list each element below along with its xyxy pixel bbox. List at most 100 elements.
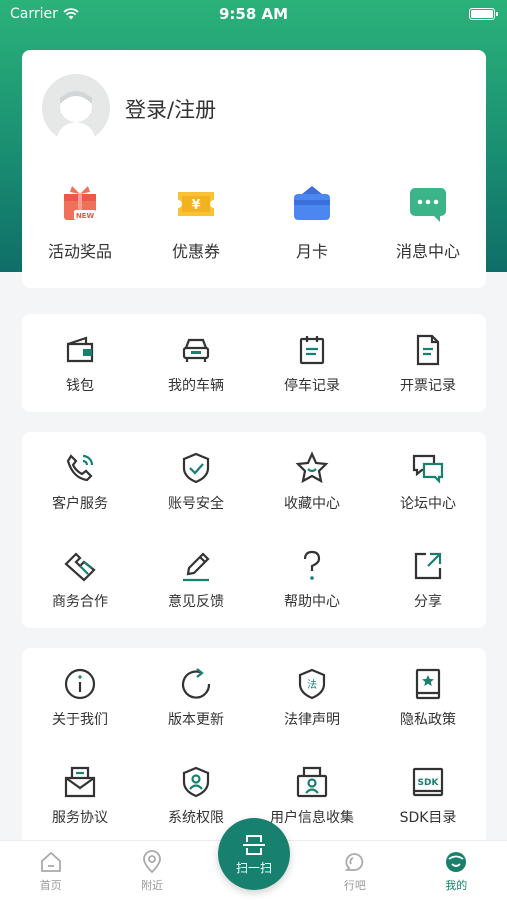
home-icon — [38, 849, 64, 875]
tab-xingba[interactable]: 行吧 — [304, 841, 405, 900]
default-avatar-icon — [42, 74, 110, 142]
law-shield-icon: 法 — [294, 666, 330, 702]
star-icon — [294, 450, 330, 486]
invoice-icon — [410, 332, 446, 368]
profile-card: 登录/注册 NEW 活动奖品 ¥ 优惠券 月卡 消息中心 — [22, 50, 486, 288]
quick-item-messages[interactable]: 消息中心 — [370, 182, 486, 262]
tab-label: 附近 — [141, 879, 164, 892]
new-badge: NEW — [76, 212, 95, 220]
grid-item-service-agreement[interactable]: 服务协议 — [22, 764, 138, 827]
agreement-icon — [62, 764, 98, 800]
message-icon — [406, 182, 450, 226]
handshake-icon — [62, 548, 98, 584]
refresh-icon — [178, 666, 214, 702]
grid-item-wallet[interactable]: 钱包 — [22, 332, 138, 395]
shield-check-icon — [178, 450, 214, 486]
tab-label: 首页 — [39, 879, 62, 892]
grid-item-label: 客户服务 — [52, 495, 108, 512]
grid-item-privacy-policy[interactable]: 隐私政策 — [370, 666, 486, 729]
grid-item-label: 分享 — [414, 593, 442, 610]
grid-item-version-update[interactable]: 版本更新 — [138, 666, 254, 729]
grid-item-label: 论坛中心 — [400, 495, 456, 512]
quick-item-prizes[interactable]: NEW 活动奖品 — [22, 182, 138, 262]
grid-item-label: 服务协议 — [52, 809, 108, 826]
grid-item-label: 收藏中心 — [284, 495, 340, 512]
scan-label: 扫一扫 — [235, 860, 272, 875]
profile-face-icon — [443, 849, 469, 875]
grid-item-label: 账号安全 — [168, 495, 224, 512]
status-time: 9:58 AM — [218, 5, 289, 23]
permission-icon — [178, 764, 214, 800]
wallet-icon — [62, 332, 98, 368]
grid-item-sdk-directory[interactable]: SDK SDK目录 — [370, 764, 486, 827]
avatar[interactable] — [42, 74, 110, 142]
quick-item-label: 消息中心 — [395, 242, 460, 261]
grid-item-my-vehicles[interactable]: 我的车辆 — [138, 332, 254, 395]
yen-symbol: ¥ — [191, 198, 200, 213]
quick-item-label: 活动奖品 — [47, 242, 112, 261]
tab-label: 行吧 — [343, 879, 366, 892]
grid-item-user-info-collection[interactable]: 用户信息收集 — [254, 764, 370, 827]
pen-icon — [178, 548, 214, 584]
grid-item-feedback[interactable]: 意见反馈 — [138, 548, 254, 611]
grid-item-label: 我的车辆 — [168, 377, 224, 394]
quick-item-label: 月卡 — [295, 242, 328, 261]
grid-item-label: 法律声明 — [284, 711, 340, 728]
car-icon — [178, 332, 214, 368]
grid-item-label: 帮助中心 — [284, 593, 340, 610]
coupon-icon: ¥ — [174, 182, 218, 226]
monthly-card-icon — [290, 182, 334, 226]
grid-item-label: 钱包 — [66, 377, 94, 394]
grid-item-about-us[interactable]: 关于我们 — [22, 666, 138, 729]
grid-item-system-permissions[interactable]: 系统权限 — [138, 764, 254, 827]
grid-item-label: 版本更新 — [168, 711, 224, 728]
sdk-icon: SDK — [410, 764, 446, 800]
grid-item-label: 商务合作 — [52, 593, 108, 610]
grid-item-label: 系统权限 — [168, 809, 224, 826]
scan-button[interactable]: 扫一扫 — [218, 818, 290, 890]
grid-item-label: 关于我们 — [52, 711, 108, 728]
tab-mine[interactable]: 我的 — [406, 841, 507, 900]
quick-actions: NEW 活动奖品 ¥ 优惠券 月卡 消息中心 — [22, 182, 486, 262]
grid-item-legal-statement[interactable]: 法 法律声明 — [254, 666, 370, 729]
question-icon — [294, 548, 330, 584]
quick-item-label: 优惠券 — [171, 242, 220, 261]
grid-item-account-security[interactable]: 账号安全 — [138, 450, 254, 513]
quick-item-monthly-card[interactable]: 月卡 — [254, 182, 370, 262]
share-icon — [410, 548, 446, 584]
user-info-icon — [294, 764, 330, 800]
login-register-link[interactable]: 登录/注册 — [125, 94, 216, 124]
sdk-text: SDK — [418, 778, 440, 788]
battery-icon — [469, 8, 498, 20]
grid-item-favorites[interactable]: 收藏中心 — [254, 450, 370, 513]
tab-home[interactable]: 首页 — [0, 841, 101, 900]
scan-icon — [243, 834, 265, 855]
section-services: 客户服务 账号安全 收藏中心 论坛中心 商务合作 意见反馈 帮助中心 分享 — [22, 432, 486, 628]
grid-item-label: 意见反馈 — [168, 593, 224, 610]
tab-nearby[interactable]: 附近 — [101, 841, 202, 900]
info-icon — [62, 666, 98, 702]
parking-record-icon — [294, 332, 330, 368]
quick-item-coupons[interactable]: ¥ 优惠券 — [138, 182, 254, 262]
gift-icon: NEW — [58, 182, 102, 226]
grid-item-label: 开票记录 — [400, 377, 456, 394]
privacy-book-icon — [410, 666, 446, 702]
grid-item-parking-records[interactable]: 停车记录 — [254, 332, 370, 395]
grid-item-label: SDK目录 — [399, 809, 457, 826]
grid-item-invoice-records[interactable]: 开票记录 — [370, 332, 486, 395]
location-pin-icon — [139, 849, 165, 875]
section-about: 关于我们 版本更新 法 法律声明 隐私政策 服务协议 系统权限 用户信息收集 S… — [22, 648, 486, 844]
grid-item-customer-service[interactable]: 客户服务 — [22, 450, 138, 513]
section-wallet-vehicles: 钱包 我的车辆 停车记录 开票记录 — [22, 314, 486, 412]
grid-item-business-cooperation[interactable]: 商务合作 — [22, 548, 138, 611]
grid-item-label: 停车记录 — [284, 377, 340, 394]
status-bar: Carrier 9:58 AM — [0, 0, 507, 30]
forum-icon — [410, 450, 446, 486]
law-symbol: 法 — [307, 678, 317, 691]
grid-item-help-center[interactable]: 帮助中心 — [254, 548, 370, 611]
tab-label: 我的 — [445, 879, 468, 892]
grid-item-label: 用户信息收集 — [270, 809, 354, 826]
grid-item-share[interactable]: 分享 — [370, 548, 486, 611]
grid-item-forum[interactable]: 论坛中心 — [370, 450, 486, 513]
chat-bubble-icon — [342, 849, 368, 875]
